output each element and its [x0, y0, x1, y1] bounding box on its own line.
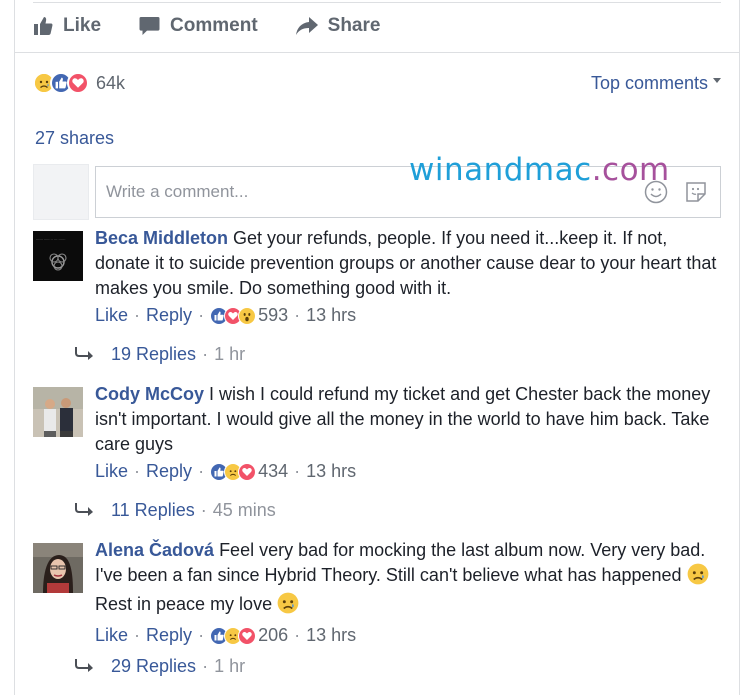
commenter-avatar[interactable]: [33, 387, 83, 437]
top-divider: [33, 2, 721, 3]
watermark: winandmac.com: [409, 152, 670, 188]
comment-text-block: Alena Čadová Feel very bad for mocking t…: [95, 538, 721, 621]
comment-reply-link[interactable]: Reply: [146, 623, 192, 648]
caret-down-icon: [713, 77, 721, 83]
comment-time[interactable]: 13 hrs: [306, 459, 356, 484]
replies-row: 11 Replies · 45 mins: [75, 500, 276, 521]
crying-face-icon: [277, 592, 299, 621]
like-action-label: Like: [63, 15, 102, 36]
watermark-part2: .com: [591, 152, 670, 188]
separator-dot: ·: [134, 625, 141, 645]
thumbs-up-icon: [33, 16, 53, 36]
top-comments-dropdown[interactable]: Top comments: [591, 73, 721, 94]
share-action-button[interactable]: Share: [295, 15, 381, 37]
separator-dot: ·: [294, 625, 301, 645]
commenter-avatar[interactable]: [33, 543, 83, 593]
separator-dot: ·: [198, 305, 205, 325]
comment-meta: Like · Reply · 434 · 13 hrs: [95, 459, 721, 484]
commenter-name[interactable]: Cody McCoy: [95, 384, 204, 404]
view-replies-link[interactable]: 19 Replies: [111, 344, 196, 365]
comment-text-block: Cody McCoy I wish I could refund my tick…: [95, 382, 721, 457]
love-reaction-icon: [238, 462, 257, 481]
reactions-summary: 64k Top comments: [33, 64, 721, 102]
share-action-label: Share: [327, 15, 381, 36]
reply-arrow-icon: [75, 656, 93, 677]
commenter-name[interactable]: Alena Čadová: [95, 540, 214, 560]
top-comments-label: Top comments: [590, 72, 708, 93]
replies-time: 1 hr: [214, 344, 246, 364]
comment-reactions[interactable]: [210, 306, 257, 325]
comment-like-link[interactable]: Like: [95, 459, 128, 484]
replies-row: 29 Replies · 1 hr: [75, 656, 245, 677]
separator-dot: ·: [202, 344, 209, 364]
separator-dot: ·: [294, 305, 301, 325]
replies-time: 1 hr: [214, 656, 246, 676]
comment-action-button[interactable]: Comment: [139, 15, 258, 37]
love-reaction-icon: [67, 72, 89, 94]
actions-divider: [15, 52, 739, 53]
replies-time: 45 mins: [212, 500, 276, 520]
separator-dot: ·: [202, 656, 209, 676]
reply-arrow-icon: [75, 344, 93, 365]
post-actions-bar: Like Comment Share: [33, 6, 380, 46]
comment-body: Cody McCoy I wish I could refund my tick…: [95, 382, 721, 484]
comment-bubble-icon: [139, 16, 160, 36]
comment-time[interactable]: 13 hrs: [306, 623, 356, 648]
separator-dot: ·: [200, 500, 207, 520]
separator-dot: ·: [198, 461, 205, 481]
reaction-count[interactable]: 64k: [96, 73, 125, 94]
comment-like-link[interactable]: Like: [95, 303, 128, 328]
reaction-icons[interactable]: [33, 72, 89, 94]
comment-body: Beca Middleton Get your refunds, people.…: [95, 226, 721, 328]
crying-face-icon: [687, 563, 709, 592]
replies-row: 19 Replies · 1 hr: [75, 344, 245, 365]
svg-text:------ ----- -- --- ------: ------ ----- -- --- ------: [36, 237, 65, 241]
sticker-icon[interactable]: [684, 180, 708, 209]
reply-arrow-icon: [75, 500, 93, 521]
share-arrow-icon: [295, 17, 318, 35]
shares-link[interactable]: 27 shares: [35, 128, 114, 149]
separator-dot: ·: [134, 461, 141, 481]
like-action-button[interactable]: Like: [33, 15, 101, 37]
love-reaction-icon: [238, 626, 257, 645]
comment-time[interactable]: 13 hrs: [306, 303, 356, 328]
view-replies-link[interactable]: 29 Replies: [111, 656, 196, 677]
comment-like-link[interactable]: Like: [95, 623, 128, 648]
comment-text-block: Beca Middleton Get your refunds, people.…: [95, 226, 721, 301]
comment-meta: Like · Reply · 206 · 13 hrs: [95, 623, 721, 648]
comment-reply-link[interactable]: Reply: [146, 459, 192, 484]
comment-reaction-count[interactable]: 434: [258, 459, 288, 484]
comment-action-label: Comment: [170, 15, 258, 36]
comment-meta: Like · Reply · 593 · 13 hrs: [95, 303, 721, 328]
comment-reactions[interactable]: [210, 626, 257, 645]
comment-body: Alena Čadová Feel very bad for mocking t…: [95, 538, 721, 648]
separator-dot: ·: [198, 625, 205, 645]
post-card: Like Comment Share 64k Top comments 27 s…: [14, 0, 740, 695]
comment-reaction-count[interactable]: 593: [258, 303, 288, 328]
commenter-name[interactable]: Beca Middleton: [95, 228, 228, 248]
comment-reaction-count[interactable]: 206: [258, 623, 288, 648]
commenter-avatar[interactable]: ------ ----- -- --- ------: [33, 231, 83, 281]
view-replies-link[interactable]: 11 Replies: [111, 500, 195, 521]
comment-reactions[interactable]: [210, 462, 257, 481]
comment-reply-link[interactable]: Reply: [146, 303, 192, 328]
separator-dot: ·: [294, 461, 301, 481]
wow-reaction-icon: [238, 306, 257, 325]
separator-dot: ·: [134, 305, 141, 325]
comment-text-2: Rest in peace my love: [95, 594, 273, 614]
watermark-part1: winandmac: [409, 152, 592, 188]
current-user-avatar: [33, 164, 89, 220]
